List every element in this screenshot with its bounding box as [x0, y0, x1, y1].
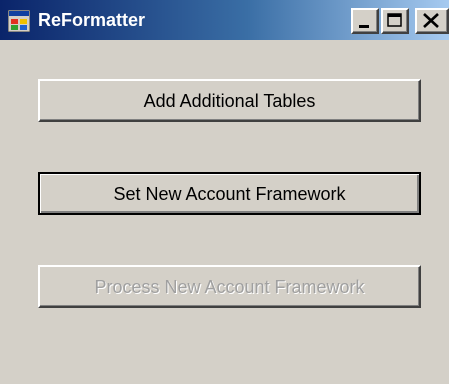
close-icon [423, 13, 439, 28]
minimize-button[interactable] [351, 8, 379, 34]
minimize-icon [359, 25, 369, 28]
maximize-button[interactable] [381, 8, 409, 34]
add-additional-tables-button[interactable]: Add Additional Tables [38, 79, 421, 122]
reformatter-window: ReFormatter Add Additional Tables Set Ne… [0, 0, 449, 384]
process-new-account-framework-button[interactable]: Process New Account Framework [38, 265, 421, 308]
maximize-icon [387, 13, 402, 27]
title-bar[interactable]: ReFormatter [0, 0, 449, 40]
close-button[interactable] [415, 8, 449, 34]
window-title: ReFormatter [38, 10, 146, 30]
set-new-account-framework-button[interactable]: Set New Account Framework [38, 172, 421, 215]
app-form-icon[interactable] [7, 9, 31, 33]
